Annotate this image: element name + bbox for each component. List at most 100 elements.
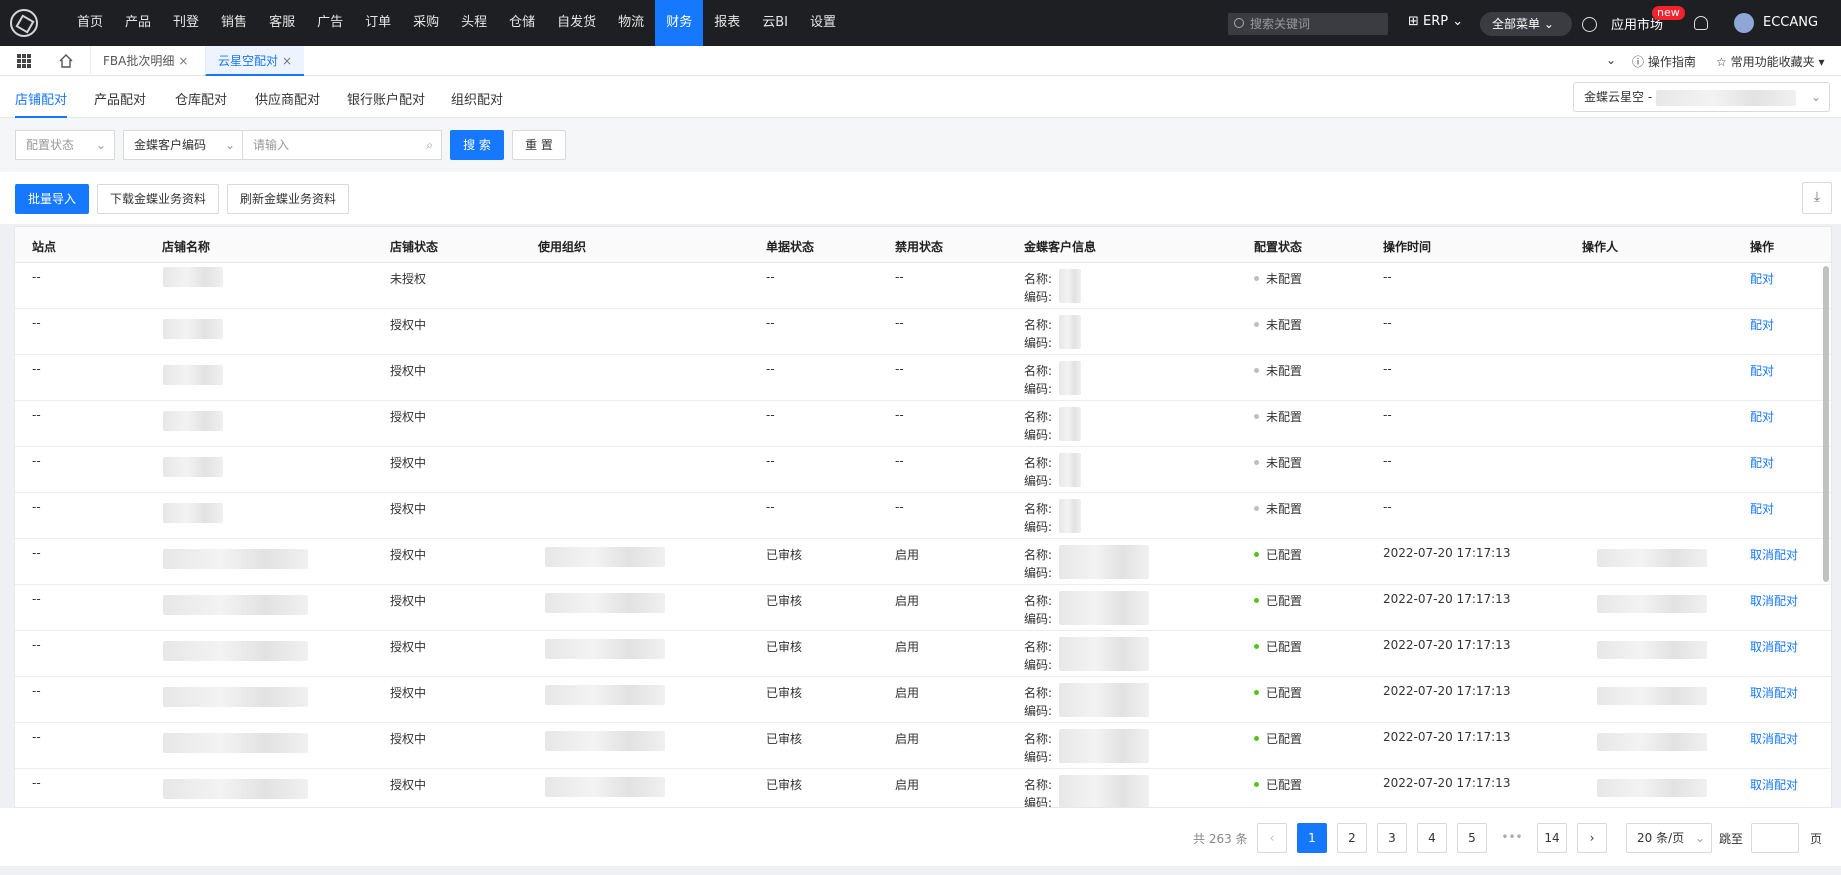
avatar[interactable]: [1734, 13, 1754, 33]
refresh-kingdee-data-button[interactable]: 刷新金蝶业务资料: [227, 184, 349, 214]
next-page-button[interactable]: ›: [1577, 823, 1607, 853]
erp-label: ERP: [1423, 14, 1449, 29]
search-button[interactable]: 搜 索: [450, 130, 504, 160]
search-icon: ⌕: [426, 138, 433, 152]
all-menu-button[interactable]: 全部菜单 ⌄: [1480, 12, 1572, 36]
nav-item[interactable]: 头程: [450, 0, 498, 46]
table-row: -- 授权中 -- -- 名称: 编码: 未配置 -- 配对: [15, 493, 1831, 539]
nav-item[interactable]: 物流: [607, 0, 655, 46]
cell-doc-status: --: [766, 500, 775, 514]
nav-item[interactable]: 订单: [354, 0, 402, 46]
nav-item[interactable]: 销售: [210, 0, 258, 46]
page-size-select[interactable]: 20 条/页 ⌄: [1626, 823, 1712, 853]
cell-action-link[interactable]: 配对: [1750, 316, 1774, 333]
cell-shop-status: 授权中: [390, 640, 427, 654]
page-3-button[interactable]: 3: [1377, 823, 1407, 853]
nav-item[interactable]: 仓储: [498, 0, 546, 46]
cell-disable-status: 启用: [895, 594, 920, 608]
name-label: 名称:: [1024, 456, 1053, 470]
subtab-bank-account-pairing[interactable]: 银行账户配对: [347, 89, 425, 108]
cell-operation-time: --: [1383, 408, 1392, 422]
headset-icon[interactable]: [1694, 16, 1708, 30]
main-nav: 首页 产品 刊登 销售 客服 广告 订单 采购 头程 仓储 自发货 物流 财务 报表 云BI 设置: [66, 0, 847, 46]
subtab-shop-pairing[interactable]: 店铺配对: [15, 89, 68, 118]
download-kingdee-data-button[interactable]: 下载金蝶业务资料: [97, 184, 219, 214]
close-icon[interactable]: ×: [282, 54, 292, 68]
page-1-button[interactable]: 1: [1297, 823, 1327, 853]
org-select[interactable]: 金蝶云星空 - ⌄: [1573, 82, 1830, 112]
cell-operation-time: 2022-07-20 17:17:13: [1383, 776, 1511, 790]
download-icon[interactable]: ⤓: [1802, 182, 1832, 214]
cell-config-status: 已配置: [1254, 592, 1302, 609]
status-dot: [1254, 644, 1259, 649]
jump-page-input[interactable]: [1751, 823, 1799, 853]
cell-shop-status: 授权中: [390, 732, 427, 746]
subtab-product-pairing[interactable]: 产品配对: [94, 89, 146, 108]
cell-action-link[interactable]: 取消配对: [1750, 546, 1798, 563]
guide-label: 操作指南: [1647, 55, 1696, 69]
tab-yunxingkong-pairing[interactable]: 云星空配对 ×: [205, 46, 305, 76]
nav-item[interactable]: 产品: [114, 0, 162, 46]
cell-action-link[interactable]: 取消配对: [1750, 592, 1798, 609]
nav-item[interactable]: 自发货: [546, 0, 607, 46]
search-input[interactable]: 请输入 ⌕: [242, 130, 442, 160]
app-market-link[interactable]: 应用市场: [1582, 14, 1663, 33]
nav-item[interactable]: 财务: [655, 0, 704, 46]
nav-item[interactable]: 客服: [258, 0, 306, 46]
app-grid-icon[interactable]: [17, 54, 31, 68]
page-ellipsis[interactable]: •••: [1497, 823, 1527, 853]
table-scrollbar[interactable]: [1823, 266, 1829, 582]
cell-action-link[interactable]: 取消配对: [1750, 638, 1798, 655]
cell-shop-status: 未授权: [390, 272, 427, 286]
user-name[interactable]: ECCANG: [1763, 15, 1818, 30]
cell-action-link[interactable]: 取消配对: [1750, 776, 1798, 793]
reset-button[interactable]: 重 置: [512, 130, 566, 160]
cell-action-link[interactable]: 配对: [1750, 500, 1774, 517]
global-search-input[interactable]: 搜索关键词: [1228, 13, 1388, 35]
cell-action-link[interactable]: 配对: [1750, 408, 1774, 425]
nav-item[interactable]: 首页: [66, 0, 114, 46]
cell-site: --: [32, 270, 41, 284]
subtab-warehouse-pairing[interactable]: 仓库配对: [175, 89, 227, 108]
guide-link[interactable]: ⓘ 操作指南: [1632, 53, 1696, 70]
cell-disable-status: 启用: [895, 732, 920, 746]
home-icon[interactable]: [58, 53, 74, 69]
nav-item[interactable]: 报表: [703, 0, 751, 46]
page-unit-label: 页: [1810, 832, 1823, 846]
config-status-select[interactable]: 配置状态 ⌄: [15, 130, 115, 160]
nav-item[interactable]: 云BI: [751, 0, 799, 46]
blurred-text: [1059, 407, 1081, 441]
app-logo-icon[interactable]: [10, 9, 38, 37]
cell-action-link[interactable]: 配对: [1750, 270, 1774, 287]
page-4-button[interactable]: 4: [1417, 823, 1447, 853]
cell-site: --: [32, 684, 41, 698]
chevron-down-icon[interactable]: ⌄: [1606, 53, 1616, 67]
cell-action-link[interactable]: 配对: [1750, 454, 1774, 471]
nav-item[interactable]: 广告: [306, 0, 354, 46]
page-5-button[interactable]: 5: [1457, 823, 1487, 853]
close-icon[interactable]: ×: [178, 54, 188, 68]
search-input-placeholder: 请输入: [253, 138, 290, 152]
table-row: -- 授权中 -- -- 名称: 编码: 未配置 -- 配对: [15, 309, 1831, 355]
subtab-org-pairing[interactable]: 组织配对: [451, 89, 503, 108]
blurred-text: [1597, 549, 1707, 567]
nav-item[interactable]: 采购: [402, 0, 450, 46]
subtab-supplier-pairing[interactable]: 供应商配对: [255, 89, 320, 108]
cell-action-link[interactable]: 配对: [1750, 362, 1774, 379]
cell-operation-time: 2022-07-20 17:17:13: [1383, 730, 1511, 744]
batch-import-button[interactable]: 批量导入: [15, 184, 89, 214]
erp-switch[interactable]: ⊞ ERP ⌄: [1408, 14, 1463, 29]
tab-fba-batch[interactable]: FBA批次明细 ×: [90, 46, 200, 76]
nav-item[interactable]: 设置: [799, 0, 847, 46]
cell-action-link[interactable]: 取消配对: [1750, 730, 1798, 747]
tab-label: FBA批次明细: [103, 54, 175, 68]
name-label: 名称:: [1024, 778, 1053, 792]
prev-page-button[interactable]: ‹: [1257, 823, 1287, 853]
search-field-select[interactable]: 金蝶客户编码 ⌄: [123, 130, 243, 160]
page-14-button[interactable]: 14: [1537, 823, 1567, 853]
cell-action-link[interactable]: 取消配对: [1750, 684, 1798, 701]
favorites-menu[interactable]: ☆ 常用功能收藏夹 ▾: [1716, 53, 1824, 70]
nav-item[interactable]: 刊登: [162, 0, 210, 46]
cell-kingdee-customer: 名称: 编码:: [1024, 454, 1052, 490]
page-2-button[interactable]: 2: [1337, 823, 1367, 853]
